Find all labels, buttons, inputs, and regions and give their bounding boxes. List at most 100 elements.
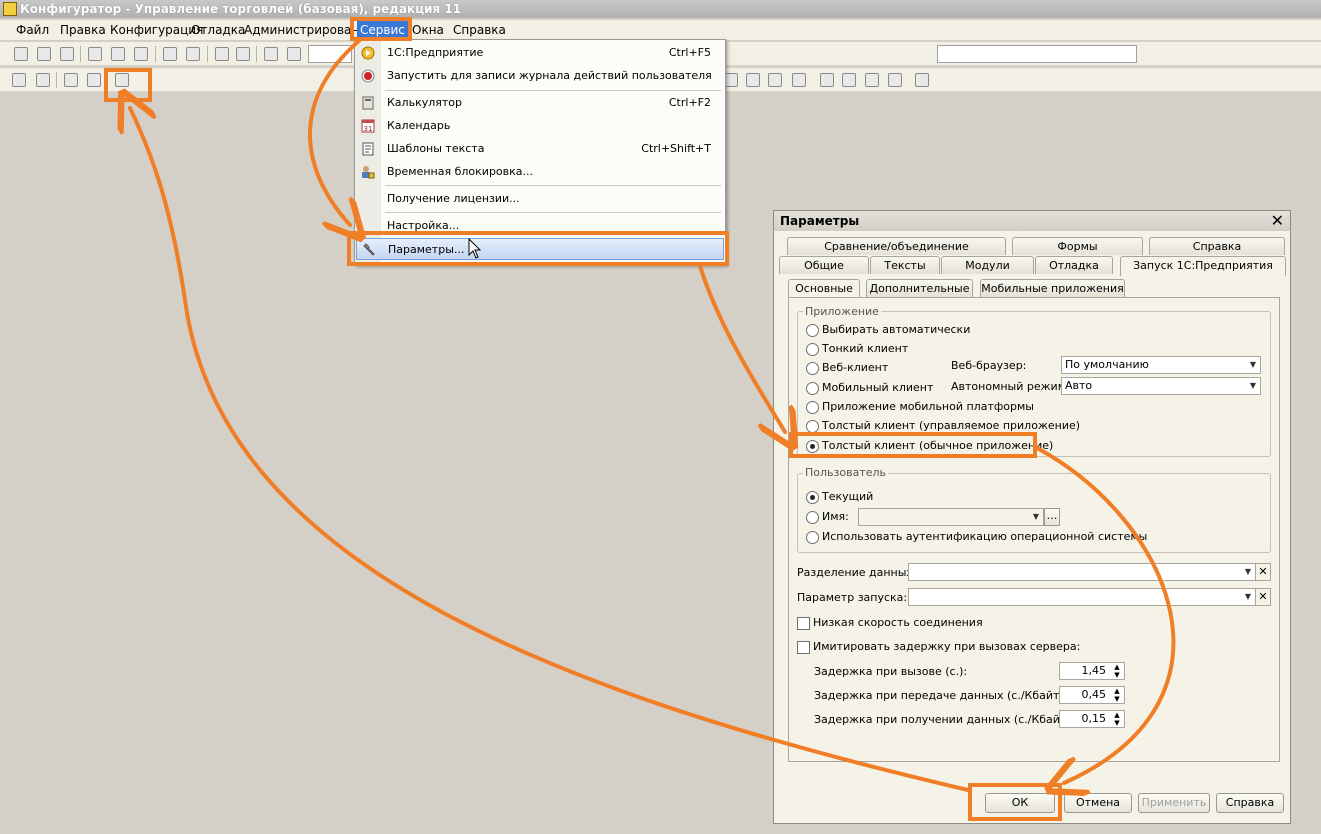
spinner-icon: ▲ ▼ bbox=[1114, 711, 1120, 727]
highlight-service-menu bbox=[350, 17, 412, 41]
tab-compare-merge[interactable]: Сравнение/объединение bbox=[787, 237, 1006, 255]
objects-icon[interactable] bbox=[36, 73, 50, 87]
launch-param-label: Параметр запуска: bbox=[797, 591, 908, 604]
new-document-icon[interactable] bbox=[14, 47, 28, 61]
chevron-down-icon: ▼ bbox=[1249, 381, 1257, 390]
settings-icon[interactable] bbox=[888, 73, 902, 87]
undo-icon[interactable] bbox=[215, 47, 229, 61]
application-group-legend: Приложение bbox=[803, 305, 881, 318]
offline-mode-select[interactable]: Авто ▼ bbox=[1061, 377, 1261, 395]
delay-send-label: Задержка при передаче данных (с./Кбайт): bbox=[814, 689, 1068, 702]
record-icon bbox=[361, 69, 375, 83]
window-title: Конфигуратор - Управление торговлей (баз… bbox=[20, 2, 462, 16]
svg-text:31: 31 bbox=[364, 125, 373, 133]
help-button[interactable]: Справка bbox=[1216, 793, 1284, 813]
subtab-main[interactable]: Основные bbox=[788, 279, 860, 297]
radio-thin-client[interactable]: Тонкий клиент bbox=[806, 341, 908, 357]
delay-send-field[interactable]: 0,45 ▲ ▼ bbox=[1059, 686, 1125, 704]
calendar-icon: 31 bbox=[361, 119, 375, 133]
radio-os-auth[interactable]: Использовать аутентификацию операционной… bbox=[806, 529, 1147, 545]
search-icon[interactable] bbox=[287, 47, 301, 61]
radio-auto[interactable]: Выбирать автоматически bbox=[806, 322, 970, 338]
watch-icon[interactable] bbox=[820, 73, 834, 87]
open-folder-icon[interactable] bbox=[37, 47, 51, 61]
find-icon[interactable] bbox=[264, 47, 278, 61]
subtab-additional[interactable]: Дополнительные bbox=[866, 279, 973, 297]
debug-run-icon[interactable] bbox=[792, 73, 806, 87]
timer-icon[interactable] bbox=[915, 73, 929, 87]
stack-icon[interactable] bbox=[865, 73, 879, 87]
toolbar-combo[interactable] bbox=[937, 45, 1137, 63]
data-separation-select[interactable]: ▼ ✕ bbox=[908, 563, 1271, 581]
browser-select[interactable]: По умолчанию ▼ bbox=[1061, 356, 1261, 374]
menu-configuration[interactable]: Конфигурация bbox=[110, 23, 203, 37]
tab-launch-enterprise[interactable]: Запуск 1С:Предприятия bbox=[1120, 256, 1286, 276]
delay-call-field[interactable]: 1,45 ▲ ▼ bbox=[1059, 662, 1125, 680]
radio-mobile-client[interactable]: Мобильный клиент bbox=[806, 380, 933, 396]
calculator-icon bbox=[362, 96, 374, 110]
database-icon[interactable] bbox=[64, 73, 78, 87]
menu-windows[interactable]: Окна bbox=[412, 23, 444, 37]
close-icon[interactable]: ✕ bbox=[1271, 212, 1284, 230]
menu-file[interactable]: Файл bbox=[16, 23, 49, 37]
print-icon[interactable] bbox=[163, 47, 177, 61]
menu-edit[interactable]: Правка bbox=[60, 23, 106, 37]
menu-item-text-templates[interactable]: Шаблоны текста Ctrl+Shift+T bbox=[355, 138, 725, 160]
user-name-select[interactable]: ▼ bbox=[858, 508, 1044, 526]
menu-item-calculator[interactable]: Калькулятор Ctrl+F2 bbox=[355, 92, 725, 114]
subtab-mobile-apps[interactable]: Мобильные приложения bbox=[980, 279, 1125, 297]
low-speed-checkbox[interactable]: Низкая скорость соединения bbox=[797, 615, 983, 631]
delay-receive-label: Задержка при получении данных (с./Кбайт)… bbox=[814, 713, 1075, 726]
tab-help[interactable]: Справка bbox=[1149, 237, 1285, 255]
menu-item-record-log[interactable]: Запустить для записи журнала действий по… bbox=[355, 65, 725, 87]
window-title-bar: Конфигуратор - Управление торговлей (баз… bbox=[0, 0, 1321, 18]
debug-into-icon[interactable] bbox=[746, 73, 760, 87]
menu-item-temp-lock[interactable]: Временная блокировка... bbox=[355, 161, 725, 183]
tab-general[interactable]: Общие bbox=[779, 256, 869, 274]
redo-icon[interactable] bbox=[236, 47, 250, 61]
spinner-icon: ▲ ▼ bbox=[1114, 663, 1120, 679]
chevron-down-icon: ▼ bbox=[1249, 360, 1257, 369]
cancel-button[interactable]: Отмена bbox=[1064, 793, 1132, 813]
radio-mobile-platform[interactable]: Приложение мобильной платформы bbox=[806, 399, 1034, 415]
paste-icon[interactable] bbox=[134, 47, 148, 61]
search-combo[interactable] bbox=[308, 45, 352, 63]
clear-icon: ✕ bbox=[1255, 563, 1271, 581]
play-icon bbox=[361, 46, 375, 60]
chevron-down-icon: ▼ bbox=[1244, 592, 1252, 601]
menu-item-license[interactable]: Получение лицензии... bbox=[355, 188, 725, 210]
chevron-down-icon: ▼ bbox=[1032, 512, 1040, 521]
user-group-legend: Пользователь bbox=[803, 466, 889, 479]
radio-current-user[interactable]: Текущий bbox=[806, 489, 873, 505]
table-icon[interactable] bbox=[87, 73, 101, 87]
emulate-delay-checkbox[interactable]: Имитировать задержку при вызовах сервера… bbox=[797, 639, 1080, 655]
menu-help[interactable]: Справка bbox=[453, 23, 506, 37]
delay-call-label: Задержка при вызове (с.): bbox=[814, 665, 968, 678]
save-icon[interactable] bbox=[60, 47, 74, 61]
menu-debug[interactable]: Отладка bbox=[191, 23, 245, 37]
menu-item-enterprise[interactable]: 1С:Предприятие Ctrl+F5 bbox=[355, 42, 725, 64]
radio-user-name[interactable]: Имя: bbox=[806, 509, 849, 525]
launch-param-select[interactable]: ▼ ✕ bbox=[908, 588, 1271, 606]
apply-button[interactable]: Применить bbox=[1138, 793, 1210, 813]
copy-icon[interactable] bbox=[111, 47, 125, 61]
radio-web-client[interactable]: Веб-клиент bbox=[806, 360, 888, 376]
user-name-browse-button[interactable]: … bbox=[1044, 508, 1060, 526]
tab-debug[interactable]: Отладка bbox=[1035, 256, 1113, 274]
browser-label: Веб-браузер: bbox=[951, 359, 1027, 372]
tab-texts[interactable]: Тексты bbox=[870, 256, 940, 274]
tableau-icon[interactable] bbox=[842, 73, 856, 87]
print-preview-icon[interactable] bbox=[186, 47, 200, 61]
cut-icon[interactable] bbox=[88, 47, 102, 61]
dialog-title: Параметры bbox=[774, 211, 1290, 231]
config-tree-icon[interactable] bbox=[12, 73, 26, 87]
tab-forms[interactable]: Формы bbox=[1012, 237, 1143, 255]
offline-mode-label: Автономный режим: bbox=[951, 380, 1070, 393]
debug-step-icon[interactable] bbox=[724, 73, 738, 87]
menu-item-calendar[interactable]: 31 Календарь bbox=[355, 115, 725, 137]
debug-out-icon[interactable] bbox=[768, 73, 782, 87]
tab-modules[interactable]: Модули bbox=[941, 256, 1034, 274]
app-logo-icon bbox=[3, 2, 17, 16]
spinner-icon: ▲ ▼ bbox=[1114, 687, 1120, 703]
delay-receive-field[interactable]: 0,15 ▲ ▼ bbox=[1059, 710, 1125, 728]
